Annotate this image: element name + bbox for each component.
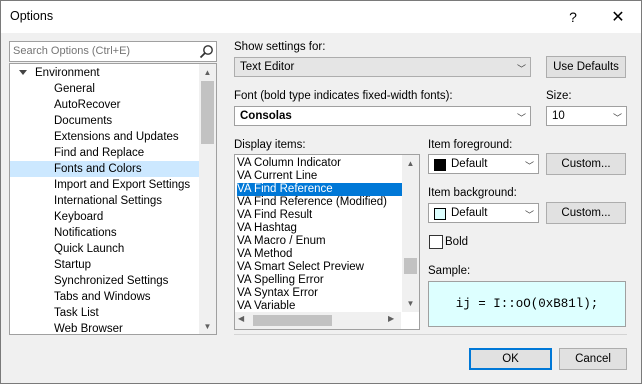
tree-scrollbar[interactable]: ▲ ▼	[199, 64, 216, 334]
item-foreground-dropdown[interactable]: Default ﹀	[428, 154, 539, 174]
list-item-selected[interactable]: VA Find Reference	[237, 183, 402, 196]
tree-item[interactable]: Web Browser	[54, 321, 123, 334]
tree-item[interactable]: Task List	[54, 305, 99, 321]
list-item[interactable]: VA Hashtag	[237, 222, 402, 235]
tree-item[interactable]: Keyboard	[54, 209, 103, 225]
tree-item-selected[interactable]: Fonts and Colors	[10, 161, 199, 177]
use-defaults-button[interactable]: Use Defaults	[546, 56, 626, 78]
tree-item[interactable]: Quick Launch	[54, 241, 124, 257]
item-foreground-label: Item foreground:	[428, 139, 513, 151]
color-swatch	[434, 208, 446, 220]
tree-item[interactable]: Documents	[54, 113, 112, 129]
list-item[interactable]: VA Column Indicator	[237, 157, 402, 170]
list-item[interactable]: VA Syntax Error	[237, 287, 402, 300]
tree-item[interactable]: Find and Replace	[54, 145, 144, 161]
item-background-label: Item background:	[428, 187, 517, 199]
title-bar: Options ? ✕	[1, 1, 641, 33]
scroll-thumb[interactable]	[201, 81, 214, 144]
chevron-down-icon: ﹀	[524, 161, 534, 171]
tree-item[interactable]: AutoRecover	[54, 97, 120, 113]
size-dropdown[interactable]: 10 ﹀	[546, 106, 627, 126]
list-item[interactable]: VA Find Result	[237, 209, 402, 222]
scroll-up-arrow-icon[interactable]: ▲	[402, 155, 419, 171]
tree-item[interactable]: Synchronized Settings	[54, 273, 168, 289]
search-options-field[interactable]	[9, 41, 217, 62]
bold-checkbox[interactable]	[429, 235, 443, 249]
scroll-thumb[interactable]	[253, 315, 332, 326]
custom-background-button[interactable]: Custom...	[546, 202, 626, 224]
chevron-down-icon: ﹀	[516, 113, 526, 123]
tree-item[interactable]: Startup	[54, 257, 91, 273]
scroll-up-arrow-icon[interactable]: ▲	[199, 64, 216, 80]
list-item[interactable]: VA Spelling Error	[237, 274, 402, 287]
tree-item[interactable]: Import and Export Settings	[54, 177, 190, 193]
list-item[interactable]: VA Method	[237, 248, 402, 261]
size-label: Size:	[546, 90, 572, 102]
chevron-down-icon: ﹀	[612, 113, 622, 123]
color-swatch	[434, 159, 446, 171]
separator	[234, 334, 627, 335]
show-settings-dropdown[interactable]: Text Editor ﹀	[234, 57, 531, 77]
scroll-left-arrow-icon[interactable]: ◀	[238, 314, 244, 323]
sample-label: Sample:	[428, 265, 471, 277]
font-label: Font (bold type indicates fixed-width fo…	[234, 90, 453, 102]
display-items-list[interactable]: VA Column Indicator VA Current Line VA F…	[234, 154, 420, 330]
display-items-vscrollbar[interactable]: ▲ ▼	[402, 155, 419, 312]
options-dialog: Options ? ✕ Environment General AutoReco…	[0, 0, 642, 384]
search-icon[interactable]	[199, 44, 214, 59]
tree-item[interactable]: General	[54, 81, 95, 97]
scroll-down-arrow-icon[interactable]: ▼	[199, 318, 216, 334]
display-items-label: Display items:	[234, 139, 306, 151]
close-button[interactable]: ✕	[598, 1, 638, 33]
options-tree[interactable]: Environment General AutoRecover Document…	[9, 63, 217, 335]
item-background-dropdown[interactable]: Default ﹀	[428, 203, 539, 223]
cancel-button[interactable]: Cancel	[559, 348, 627, 370]
tree-item[interactable]: Notifications	[54, 225, 117, 241]
scroll-thumb[interactable]	[404, 258, 417, 274]
tree-item[interactable]: Extensions and Updates	[54, 129, 179, 145]
tree-item[interactable]: International Settings	[54, 193, 162, 209]
bold-label: Bold	[445, 236, 469, 248]
list-item[interactable]: VA Find Reference (Modified)	[237, 196, 402, 209]
chevron-down-icon: ﹀	[516, 64, 526, 74]
search-input[interactable]	[13, 43, 193, 59]
display-items-hscrollbar[interactable]: ◀ ▶	[235, 312, 401, 329]
list-item[interactable]: VA Current Line	[237, 170, 402, 183]
window-title: Options	[10, 9, 54, 23]
sample-preview: ij = I::oO(0xB81l);	[428, 281, 626, 327]
expand-arrow-icon[interactable]	[19, 70, 27, 75]
help-button[interactable]: ?	[553, 1, 593, 33]
list-item[interactable]: VA Macro / Enum	[237, 235, 402, 248]
show-settings-label: Show settings for:	[234, 41, 326, 53]
custom-foreground-button[interactable]: Custom...	[546, 153, 626, 175]
scroll-right-arrow-icon[interactable]: ▶	[388, 314, 394, 323]
tree-item-environment[interactable]: Environment	[10, 65, 199, 81]
list-item[interactable]: VA Smart Select Preview	[237, 261, 402, 274]
ok-button[interactable]: OK	[469, 348, 552, 370]
font-dropdown[interactable]: Consolas ﹀	[234, 106, 531, 126]
chevron-down-icon: ﹀	[524, 210, 534, 220]
tree-item[interactable]: Tabs and Windows	[54, 289, 151, 305]
scroll-down-arrow-icon[interactable]: ▼	[402, 295, 419, 311]
